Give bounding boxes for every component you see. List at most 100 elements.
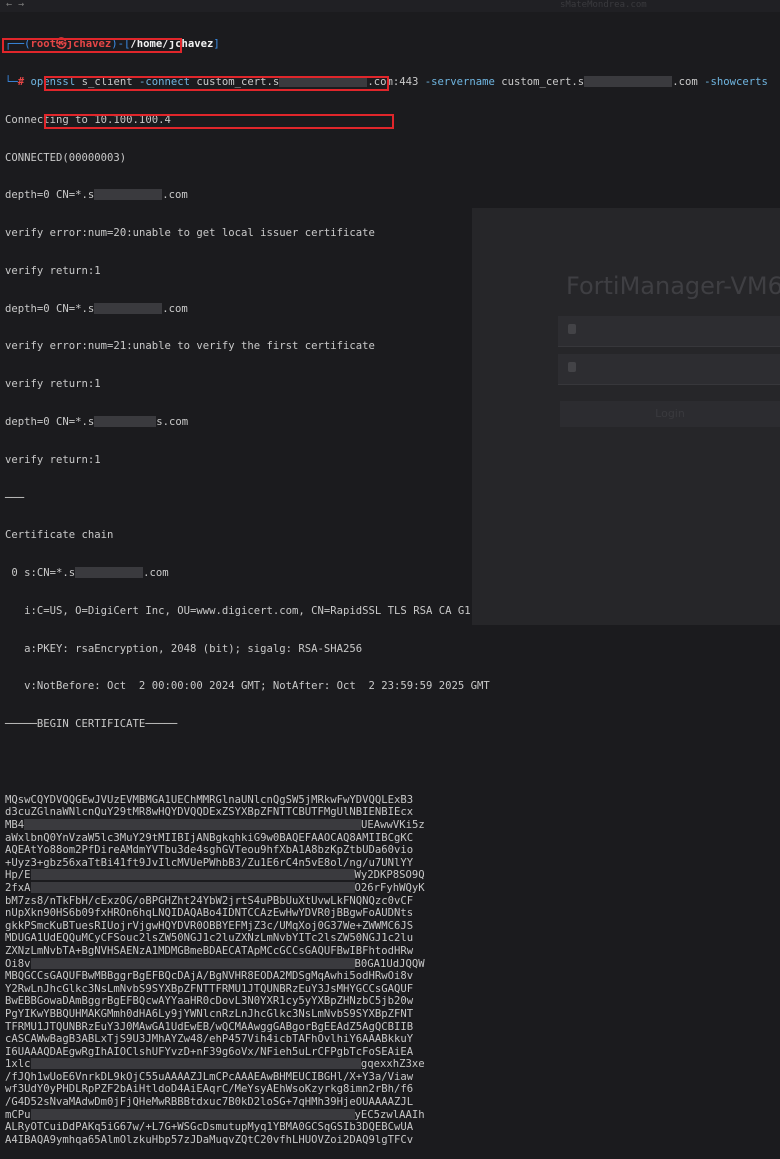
redacted-hostname xyxy=(94,302,163,314)
certificate-line-text: Oi8v xyxy=(5,957,31,970)
verify-prefix: verify xyxy=(5,227,50,240)
prompt-path: /home/jchavez xyxy=(130,38,214,51)
certificate-line-tail: yEC5zwlAAIh xyxy=(354,1108,425,1121)
command-arg: custom_cert.s xyxy=(494,75,585,88)
error-20-text: error:num=20:unable to get local issuer … xyxy=(49,227,375,240)
prompt-symbol: # xyxy=(17,75,25,88)
depth-suffix: .com xyxy=(162,189,188,202)
certificate-line: TFRMU1JTQUNBRzEuY3J0MAwGA1UdEwEB/wQCMAAw… xyxy=(5,1021,780,1034)
certificate-line-text: MDUGA1UdEQQuMCyCFSouc2lsZW50NGJ1c2luZXNz… xyxy=(5,932,414,945)
certificate-line: mCPu yEC5zwlAAIh xyxy=(5,1108,780,1122)
certificate-line-text: 2fxA xyxy=(5,881,31,894)
command-arg: .com xyxy=(672,75,705,88)
certificate-line-tail: gqexxhZ3xe xyxy=(360,1058,425,1071)
redacted-segment xyxy=(30,869,355,881)
command-line: └─# openssl s_client -connect custom_cer… xyxy=(5,75,780,89)
depth-text: depth=0 CN=*.s xyxy=(5,189,95,202)
output-blank xyxy=(5,756,780,769)
certificate-line-tail: O26rFyhWQyK xyxy=(354,881,425,894)
certificate-line-text: PgYIKwYBBQUHMAKGMmh0dHA6Ly9jYWNlcnRzLnJh… xyxy=(5,1007,414,1020)
certificate-line: d3cuZGlnaWNlcnQuY29tMR8wHQYDVQQDExZSYXBp… xyxy=(5,806,780,819)
certificate-line-text: ZXNzLmNvbTA+BgNVHSAENzA1MDMGBmeBDAECATAp… xyxy=(5,944,414,957)
output-verify-return: verify return:1 xyxy=(5,453,101,466)
output-chain-title: Certificate chain xyxy=(5,529,114,542)
certificate-line-text: d3cuZGlnaWNlcnQuY29tMR8wHQYDVQQDExZSYXBp… xyxy=(5,806,414,819)
command-arg: .com:443 xyxy=(367,75,425,88)
certificate-line: MQswCQYDVQQGEwJVUzEVMBMGA1UEChMMRGlnaUNl… xyxy=(5,794,780,807)
faint-window-title: sMateMondrea.com xyxy=(560,0,647,10)
output-begin-certificate: ─────BEGIN CERTIFICATE───── xyxy=(5,718,178,731)
verify-prefix: verify xyxy=(5,340,50,353)
certificate-line-text: I6UAAAQDAEgwRgIhAIOClshUFYvzD+nF39g6oVx/… xyxy=(5,1045,414,1058)
certificate-line: wf3UdY0yPHDLRpPZF2bAiHtldoD4AiEAqrC/MeYs… xyxy=(5,1083,780,1096)
error-21-text: error:num=21:unable to verify the first … xyxy=(49,340,375,353)
certificate-line: 1xlc gqexxhZ3xe xyxy=(5,1058,780,1071)
certificate-line-text: TFRMU1JTQUNBRzEuY3J0MAwGA1UdEwEB/wQCMAAw… xyxy=(5,1020,414,1033)
certificate-line: nUpXkn90HS6b09fxHROn6hqLNQIDAQABo4IDNTCC… xyxy=(5,907,780,920)
certificate-line: /G4D52sNvaMAdwDm0jFjQHeMwRBBBtdxuc7B0kD2… xyxy=(5,1096,780,1109)
output-verify-return: verify return:1 xyxy=(5,378,101,391)
certificate-line-text: gkkPSmcKuBTuesRIUojrVjgwHQYDVR0OBBYEFMjZ… xyxy=(5,919,414,932)
output-chain-issuer: i:C=US, O=DigiCert Inc, OU=www.digicert.… xyxy=(5,604,471,617)
certificate-line: ALRyOTCuiDdPAKq5iG67w/+L7G+WSGcDsmutupMy… xyxy=(5,1121,780,1134)
redacted-segment xyxy=(30,1058,361,1070)
certificate-line-text: MBQGCCsGAQUFBwMBBggrBgEFBQcDAjA/BgNVHR8E… xyxy=(5,970,414,983)
certificate-line: 2fxA O26rFyhWQyK xyxy=(5,881,780,895)
redacted-segment xyxy=(30,1108,355,1120)
certificate-line: A4IBAQA9ymhqa65AlmOlzkuHbp57zJDaMuqvZQtC… xyxy=(5,1134,780,1147)
depth-suffix: s.com xyxy=(156,416,189,428)
terminal-output[interactable]: ┌──(root㉿jchavez)-[/home/jchavez] └─# op… xyxy=(5,13,780,1159)
output-chain-pkey: a:PKEY: rsaEncryption, 2048 (bit); sigal… xyxy=(5,642,363,655)
certificate-line: gkkPSmcKuBTuesRIUojrVjgwHQYDVR0OBBYEFMjZ… xyxy=(5,920,780,933)
redacted-hostname xyxy=(94,416,157,427)
certificate-line-text: cASCAWwBagB3ABLxTjS9U3JMhAYZw48/ehP457Vi… xyxy=(5,1033,414,1046)
redacted-segment xyxy=(24,819,361,830)
prompt-frame: ┌──( xyxy=(5,38,31,51)
prompt-bracket: )-[ xyxy=(111,38,131,51)
certificate-line-text: +Uyz3+gbz56xaTtBi41ft9JvIlcMVUePWhbB3/Zu… xyxy=(5,856,414,869)
certificate-line: Y2RwLnJhcGlkc3NsLmNvbS9SYXBpZFNTTFRMU1JT… xyxy=(5,983,780,996)
certificate-line-text: wf3UdY0yPHDLRpPZF2bAiHtldoD4AiEAqrC/MeYs… xyxy=(5,1083,414,1096)
certificate-line-tail: UEAwwVKi5z xyxy=(360,819,425,831)
redacted-segment xyxy=(30,881,355,893)
certificate-line: /fJQh1wUoE6VnrkDL9kOjC55uAAAAZJLmCPcAAAE… xyxy=(5,1071,780,1084)
certificate-line-tail: Wy2DKP8SO9Q xyxy=(354,869,425,882)
depth-text: depth=0 CN=*.s xyxy=(5,416,95,428)
certificate-line-text: bM7zs8/nTkFbH/cExzOG/oBPGHZht24YbW2jrtS4… xyxy=(5,894,414,907)
certificate-line: AQEAtYo88om2PfDireAMdmYVTbu3de4sghGVTeou… xyxy=(5,844,780,857)
output-depth: depth=0 CN=*.s .com xyxy=(5,189,780,202)
certificate-line-text: Hp/E xyxy=(5,869,31,882)
depth-suffix: .com xyxy=(162,302,188,315)
certificate-line: I6UAAAQDAEgwRgIhAIOClshUFYvzD+nF39g6oVx/… xyxy=(5,1046,780,1059)
redacted-hostname xyxy=(584,75,673,87)
certificate-line: MBQGCCsGAQUFBwMBBggrBgEFBQcDAjA/BgNVHR8E… xyxy=(5,970,780,983)
command-arg: custom_cert.s xyxy=(190,75,280,88)
certificate-body: MQswCQYDVQQGEwJVUzEVMBMGA1UEChMMRGlnaUNl… xyxy=(5,794,780,1147)
chain-subject-text: 0 s:CN=*.s xyxy=(5,567,76,580)
redacted-hostname xyxy=(279,75,368,87)
output-verify-error20: verify error:num=20:unable to get local … xyxy=(5,227,780,240)
certificate-line-text: /fJQh1wUoE6VnrkDL9kOjC55uAAAAZJLmCPcAAAE… xyxy=(5,1070,414,1083)
certificate-line-text: A4IBAQA9ymhqa65AlmOlzkuHbp57zJDaMuqvZQtC… xyxy=(5,1133,414,1146)
certificate-line-text: /G4D52sNvaMAdwDm0jFjQHeMwRBBBtdxuc7B0kD2… xyxy=(5,1096,414,1109)
certificate-line-text: AQEAtYo88om2PfDireAMdmYVTbu3de4sghGVTeou… xyxy=(5,844,414,857)
command-name: openssl xyxy=(30,75,76,88)
output-connecting: Connecting to 10.100.100.4 xyxy=(5,113,171,126)
output-depth: depth=0 CN=*.s s.com xyxy=(5,416,780,429)
redacted-segment xyxy=(30,957,355,969)
certificate-line-text: MB4 xyxy=(5,819,25,831)
command-option: -connect xyxy=(138,75,191,88)
title-bar: ← → sMateMondrea.com xyxy=(0,0,780,12)
certificate-line: aWxlbnQ0YnVzaW5lc3MuY29tMIIBIjANBgkqhkiG… xyxy=(5,832,780,845)
certificate-line-text: aWxlbnQ0YnVzaW5lc3MuY29tMIIBIjANBgkqhkiG… xyxy=(5,831,414,844)
certificate-line-text: MQswCQYDVQQGEwJVUzEVMBMGA1UEChMMRGlnaUNl… xyxy=(5,793,414,806)
prompt-line: ┌──(root㉿jchavez)-[/home/jchavez] xyxy=(5,38,780,51)
output-separator: ─── xyxy=(5,491,25,504)
certificate-line-text: 1xlc xyxy=(5,1058,31,1071)
redacted-hostname xyxy=(75,567,144,579)
certificate-line-text: BwEBBGowaDAmBggrBgEFBQcwAYYaaHR0cDovL3N0… xyxy=(5,995,414,1008)
nav-arrows-icon[interactable]: ← → xyxy=(6,0,24,12)
prompt-bracket-end: ] xyxy=(213,38,220,51)
chain-subject-suffix: .com xyxy=(143,567,169,580)
certificate-line: cASCAWwBagB3ABLxTjS9U3JMhAYZw48/ehP457Vi… xyxy=(5,1033,780,1046)
